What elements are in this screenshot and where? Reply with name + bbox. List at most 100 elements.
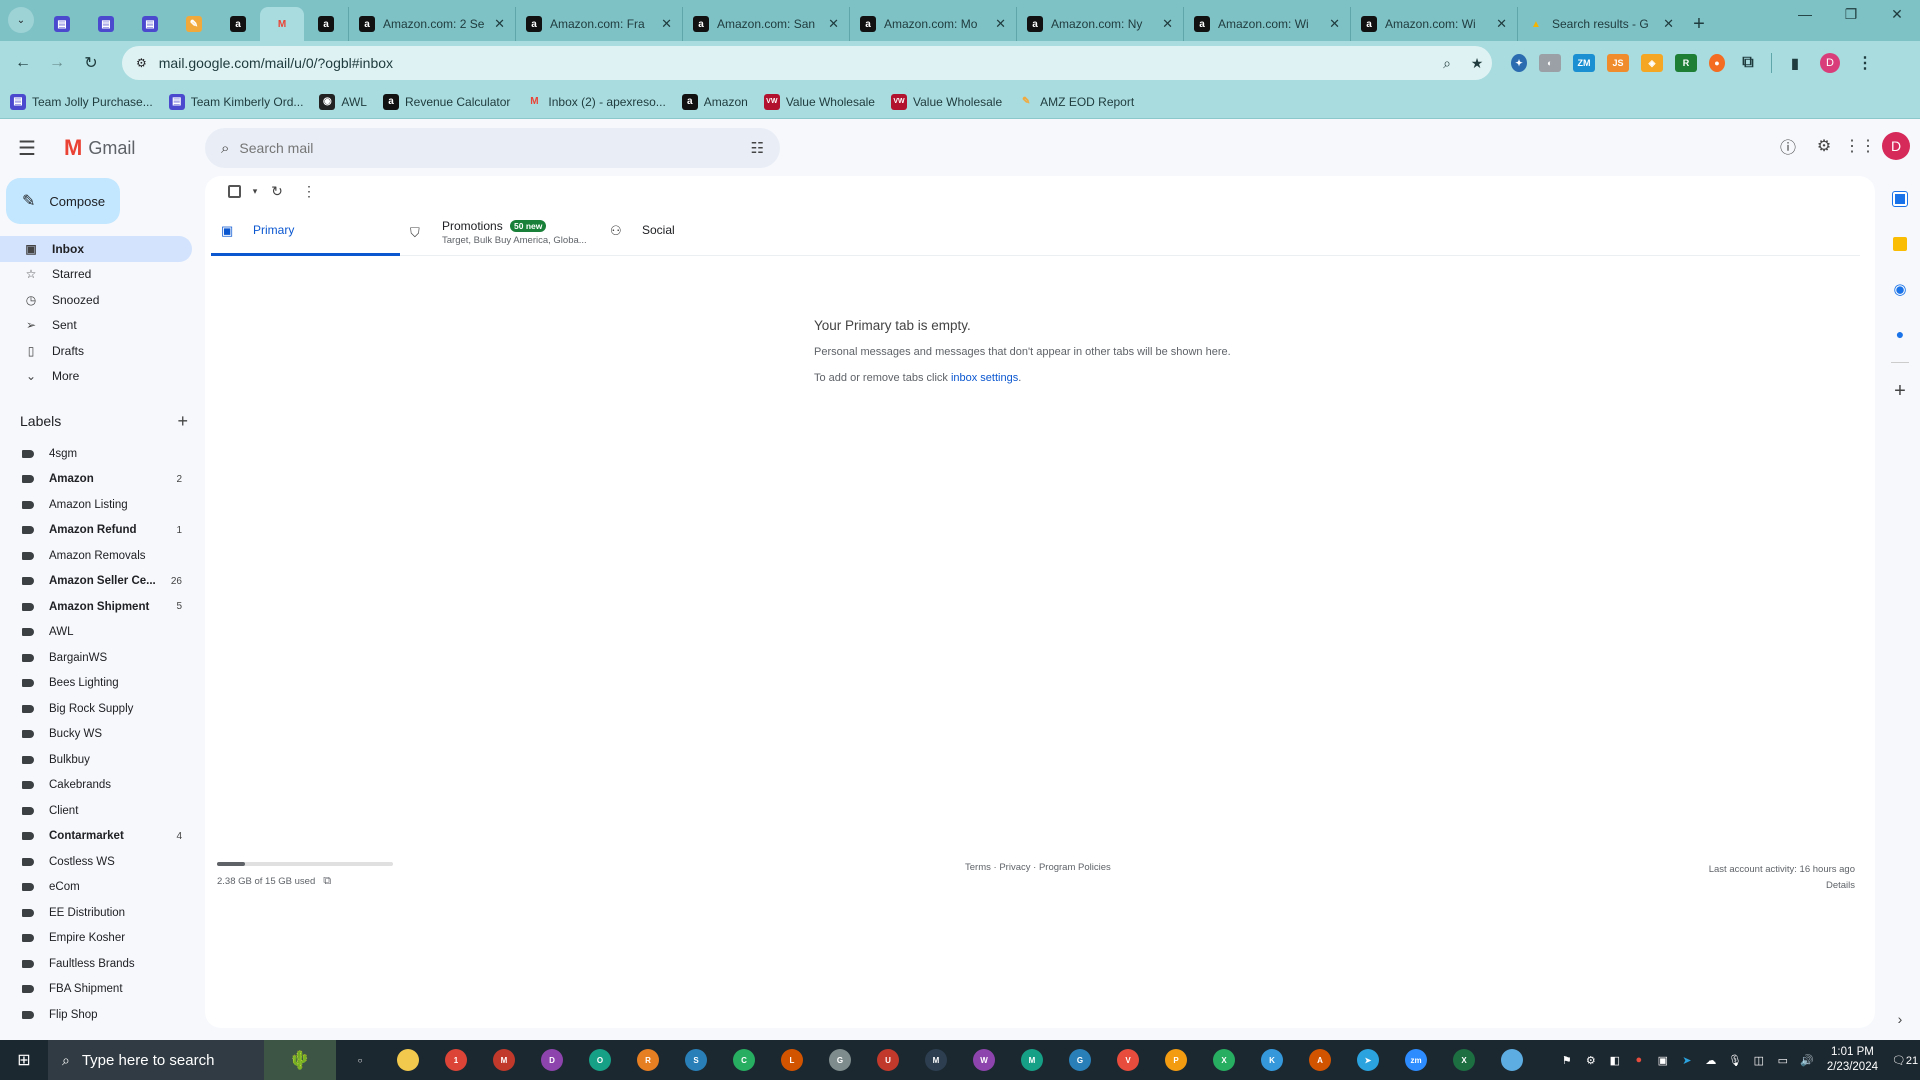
chrome-icon[interactable]: 1 [432, 1040, 480, 1080]
label-item[interactable]: Faultless Brands [0, 951, 200, 977]
close-tab-icon[interactable]: ✕ [1496, 16, 1507, 32]
forward-icon[interactable]: → [40, 54, 74, 72]
label-item[interactable]: Contarmarket 4 [0, 824, 200, 850]
browser-tab[interactable]: a Amazon.com: Ny ✕ [1016, 7, 1183, 41]
close-tab-icon[interactable]: ✕ [828, 16, 839, 32]
chrome-profile-icon[interactable]: O [576, 1040, 624, 1080]
extension-icon[interactable]: ◐ [1539, 54, 1561, 72]
close-tab-icon[interactable]: ✕ [995, 16, 1006, 32]
chrome-profile-icon[interactable]: X [1200, 1040, 1248, 1080]
privacy-link[interactable]: Privacy [999, 862, 1030, 873]
tray-app-icon[interactable]: ⚙ [1579, 1054, 1603, 1067]
contacts-app[interactable]: ● [1880, 311, 1920, 356]
label-item[interactable]: Bulkbuy [0, 747, 200, 773]
browser-tab[interactable]: a Amazon.com: 2 Se ✕ [348, 7, 515, 41]
profile-avatar[interactable]: D [1820, 53, 1840, 73]
pinned-tab[interactable]: ✎ [172, 7, 216, 41]
chrome-menu-icon[interactable]: ⋮ [1854, 54, 1876, 72]
tray-app-icon[interactable]: ● [1627, 1054, 1651, 1066]
show-side-panel-button[interactable]: › [1880, 996, 1920, 1041]
label-item[interactable]: Bucky WS [0, 722, 200, 748]
cortana-icon[interactable]: ○ [336, 1040, 384, 1080]
pinned-tab[interactable]: M [260, 7, 304, 41]
chrome-profile-icon[interactable]: M [480, 1040, 528, 1080]
telegram-tray-icon[interactable]: ➤ [1675, 1054, 1699, 1067]
tray-app-icon[interactable]: ⚑ [1555, 1054, 1579, 1067]
bookmark-item[interactable]: M Inbox (2) - apexreso... [526, 94, 666, 110]
tasks-app[interactable]: ◉ [1880, 266, 1920, 311]
select-all-checkbox[interactable] [219, 184, 249, 198]
inbox-settings-link[interactable]: inbox settings [951, 372, 1018, 384]
minimize-icon[interactable]: — [1782, 6, 1828, 23]
label-item[interactable]: Amazon Shipment 5 [0, 594, 200, 620]
close-tab-icon[interactable]: ✕ [1162, 16, 1173, 32]
chrome-profile-icon[interactable]: V [1104, 1040, 1152, 1080]
label-item[interactable]: Costless WS [0, 849, 200, 875]
label-item[interactable]: Bees Lighting [0, 671, 200, 697]
label-item[interactable]: Amazon 2 [0, 467, 200, 493]
site-info-icon[interactable]: ⚙ [136, 56, 147, 70]
sidebar-item-sent[interactable]: ➢ Sent [0, 313, 192, 339]
close-window-icon[interactable]: ✕ [1874, 6, 1920, 23]
chrome-profile-icon[interactable]: M [912, 1040, 960, 1080]
pinned-tab[interactable]: ▤ [84, 7, 128, 41]
more-actions-icon[interactable]: ⋮ [293, 183, 325, 200]
tab-social[interactable]: ⚇ Social [600, 213, 789, 256]
label-item[interactable]: Amazon Seller Ce... 26 [0, 569, 200, 595]
tab-search-icon[interactable]: ⌄ [8, 7, 34, 33]
close-tab-icon[interactable]: ✕ [494, 16, 505, 32]
label-item[interactable]: 4sgm [0, 441, 200, 467]
label-item[interactable]: BargainWS [0, 645, 200, 671]
browser-tab[interactable]: a Amazon.com: San ✕ [682, 7, 849, 41]
chrome-profile-icon[interactable]: P [1152, 1040, 1200, 1080]
extension-icon[interactable]: R [1675, 54, 1697, 72]
side-panel-icon[interactable]: ▮ [1784, 54, 1806, 72]
bookmark-item[interactable]: ◉ AWL [319, 93, 367, 110]
chrome-profile-icon[interactable]: R [624, 1040, 672, 1080]
chrome-profile-icon[interactable]: L [768, 1040, 816, 1080]
label-item[interactable]: eCom [0, 875, 200, 901]
back-icon[interactable]: ← [6, 54, 40, 72]
bookmark-item[interactable]: ▤ Team Jolly Purchase... [10, 93, 153, 110]
chrome-profile-icon[interactable]: D [528, 1040, 576, 1080]
chrome-profile-icon[interactable]: A [1296, 1040, 1344, 1080]
label-item[interactable]: EE Distribution [0, 900, 200, 926]
zoom-icon[interactable]: ⌕ [1432, 55, 1462, 72]
keep-app[interactable] [1880, 221, 1920, 266]
restore-icon[interactable]: ❐ [1828, 6, 1874, 23]
pinned-tab[interactable]: a [304, 7, 348, 41]
bookmark-item[interactable]: a Amazon [681, 93, 748, 110]
details-link[interactable]: Details [1709, 878, 1855, 894]
taskbar-clock[interactable]: 1:01 PM 2/23/2024 [1827, 1045, 1878, 1075]
extension-icon[interactable]: ZM [1573, 54, 1595, 72]
extension-icon[interactable]: ◈ [1641, 54, 1663, 72]
close-tab-icon[interactable]: ✕ [661, 16, 672, 32]
bookmark-item[interactable]: ▤ Team Kimberly Ord... [168, 93, 303, 110]
browser-tab[interactable]: ▲ Search results - G ✕ [1517, 7, 1684, 41]
bookmark-item[interactable]: a Revenue Calculator [382, 93, 510, 110]
volume-icon[interactable]: 🔊 [1795, 1054, 1819, 1067]
chrome-profile-icon[interactable]: K [1248, 1040, 1296, 1080]
terms-link[interactable]: Terms [965, 862, 991, 873]
chrome-profile-icon[interactable]: G [816, 1040, 864, 1080]
add-label-icon[interactable]: + [177, 411, 188, 432]
tab-primary[interactable]: ▣ Primary [211, 213, 400, 256]
network-icon[interactable]: ▭ [1771, 1054, 1795, 1067]
refresh-icon[interactable]: ↻ [261, 183, 293, 200]
sidebar-item-snoozed[interactable]: ◷ Snoozed [0, 287, 192, 313]
extension-icon[interactable]: ● [1709, 54, 1725, 72]
label-item[interactable]: Amazon Removals [0, 543, 200, 569]
file-explorer-icon[interactable] [384, 1040, 432, 1080]
select-dropdown-icon[interactable]: ▾ [249, 186, 261, 197]
tray-app-icon[interactable]: ☁ [1699, 1054, 1723, 1067]
account-avatar[interactable]: D [1882, 132, 1910, 160]
close-tab-icon[interactable]: ✕ [1329, 16, 1340, 32]
sidebar-item-inbox[interactable]: ▣ Inbox [0, 236, 192, 262]
main-menu-icon[interactable]: ☰ [18, 136, 42, 161]
browser-tab[interactable]: a Amazon.com: Wi ✕ [1350, 7, 1517, 41]
sidebar-item-more[interactable]: ⌄ More [0, 364, 192, 390]
browser-tab[interactable]: a Amazon.com: Mo ✕ [849, 7, 1016, 41]
bookmark-item[interactable]: ✎ AMZ EOD Report [1018, 94, 1134, 110]
pinned-tab[interactable]: ▤ [128, 7, 172, 41]
pinned-tab[interactable]: ▤ [40, 7, 84, 41]
